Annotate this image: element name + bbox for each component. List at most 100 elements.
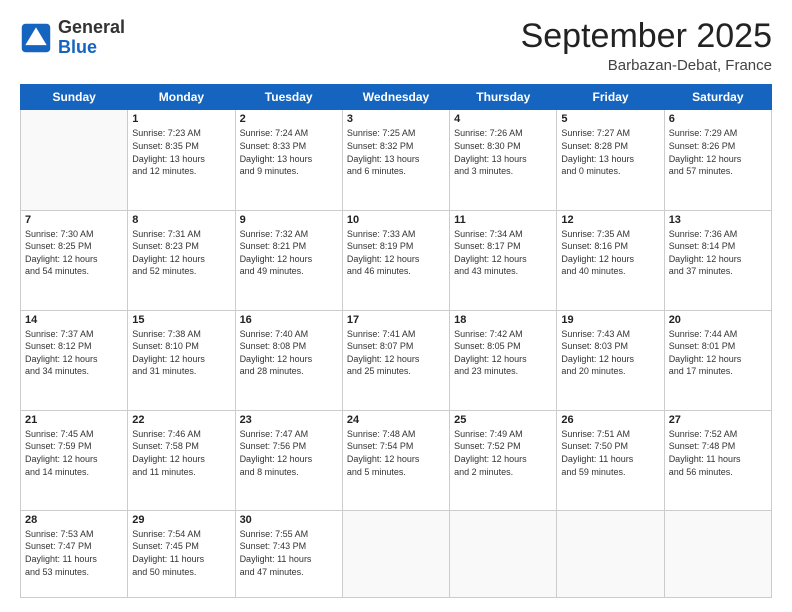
day-number: 4 xyxy=(454,113,552,125)
weekday-header-tuesday: Tuesday xyxy=(235,85,342,110)
day-info: Sunrise: 7:40 AM Sunset: 8:08 PM Dayligh… xyxy=(240,328,338,378)
day-number: 22 xyxy=(132,414,230,426)
day-number: 1 xyxy=(132,113,230,125)
logo-general: General xyxy=(58,18,125,38)
day-number: 3 xyxy=(347,113,445,125)
calendar-cell xyxy=(342,510,449,597)
calendar-cell xyxy=(21,110,128,210)
day-info: Sunrise: 7:35 AM Sunset: 8:16 PM Dayligh… xyxy=(561,228,659,278)
day-info: Sunrise: 7:33 AM Sunset: 8:19 PM Dayligh… xyxy=(347,228,445,278)
day-number: 13 xyxy=(669,214,767,226)
day-number: 12 xyxy=(561,214,659,226)
day-number: 5 xyxy=(561,113,659,125)
day-number: 30 xyxy=(240,514,338,526)
day-info: Sunrise: 7:54 AM Sunset: 7:45 PM Dayligh… xyxy=(132,528,230,578)
day-number: 17 xyxy=(347,314,445,326)
weekday-header-sunday: Sunday xyxy=(21,85,128,110)
calendar-cell: 18Sunrise: 7:42 AM Sunset: 8:05 PM Dayli… xyxy=(450,310,557,410)
header: General Blue September 2025 Barbazan-Deb… xyxy=(20,18,772,74)
calendar-cell: 8 Sunrise: 7:31 AM Sunset: 8:23 PM Daylig… xyxy=(128,210,235,310)
calendar-cell xyxy=(557,510,664,597)
calendar-row-3: 21 Sunrise: 7:45 AM Sunset: 7:59 PM Dayli… xyxy=(21,410,772,510)
calendar-cell: 29 Sunrise: 7:54 AM Sunset: 7:45 PM Dayli… xyxy=(128,510,235,597)
day-number: 6 xyxy=(669,113,767,125)
day-info: Sunrise: 7:44 AM Sunset: 8:01 PM Dayligh… xyxy=(669,328,767,378)
day-number: 14 xyxy=(25,314,123,326)
calendar-row-1: 7 Sunrise: 7:30 AM Sunset: 8:25 PM Daylig… xyxy=(21,210,772,310)
day-info: Sunrise: 7:55 AM Sunset: 7:43 PM Dayligh… xyxy=(240,528,338,578)
calendar-cell: 5 Sunrise: 7:27 AM Sunset: 8:28 PM Daylig… xyxy=(557,110,664,210)
day-info: Sunrise: 7:36 AM Sunset: 8:14 PM Dayligh… xyxy=(669,228,767,278)
calendar-cell: 15Sunrise: 7:38 AM Sunset: 8:10 PM Dayli… xyxy=(128,310,235,410)
title-block: September 2025 Barbazan-Debat, France xyxy=(521,18,772,74)
calendar-row-4: 28Sunrise: 7:53 AM Sunset: 7:47 PM Dayli… xyxy=(21,510,772,597)
day-number: 9 xyxy=(240,214,338,226)
day-info: Sunrise: 7:43 AM Sunset: 8:03 PM Dayligh… xyxy=(561,328,659,378)
calendar-cell: 7 Sunrise: 7:30 AM Sunset: 8:25 PM Daylig… xyxy=(21,210,128,310)
day-number: 23 xyxy=(240,414,338,426)
day-info: Sunrise: 7:45 AM Sunset: 7:59 PM Dayligh… xyxy=(25,428,123,478)
logo-icon xyxy=(20,22,52,54)
day-number: 25 xyxy=(454,414,552,426)
day-info: Sunrise: 7:31 AM Sunset: 8:23 PM Dayligh… xyxy=(132,228,230,278)
day-number: 21 xyxy=(25,414,123,426)
day-number: 11 xyxy=(454,214,552,226)
day-info: Sunrise: 7:49 AM Sunset: 7:52 PM Dayligh… xyxy=(454,428,552,478)
calendar-cell: 4 Sunrise: 7:26 AM Sunset: 8:30 PM Daylig… xyxy=(450,110,557,210)
calendar-cell xyxy=(450,510,557,597)
day-info: Sunrise: 7:34 AM Sunset: 8:17 PM Dayligh… xyxy=(454,228,552,278)
day-info: Sunrise: 7:52 AM Sunset: 7:48 PM Dayligh… xyxy=(669,428,767,478)
day-info: Sunrise: 7:25 AM Sunset: 8:32 PM Dayligh… xyxy=(347,127,445,177)
calendar-cell: 3 Sunrise: 7:25 AM Sunset: 8:32 PM Daylig… xyxy=(342,110,449,210)
month-title: September 2025 xyxy=(521,18,772,55)
logo-blue: Blue xyxy=(58,38,125,58)
calendar-cell: 2Sunrise: 7:24 AM Sunset: 8:33 PM Daylig… xyxy=(235,110,342,210)
calendar-cell: 14 Sunrise: 7:37 AM Sunset: 8:12 PM Dayli… xyxy=(21,310,128,410)
day-info: Sunrise: 7:23 AM Sunset: 8:35 PM Dayligh… xyxy=(132,127,230,177)
weekday-header-thursday: Thursday xyxy=(450,85,557,110)
calendar-row-0: 1 Sunrise: 7:23 AM Sunset: 8:35 PM Daylig… xyxy=(21,110,772,210)
day-info: Sunrise: 7:29 AM Sunset: 8:26 PM Dayligh… xyxy=(669,127,767,177)
calendar-cell: 12 Sunrise: 7:35 AM Sunset: 8:16 PM Dayli… xyxy=(557,210,664,310)
calendar-cell: 24Sunrise: 7:48 AM Sunset: 7:54 PM Dayli… xyxy=(342,410,449,510)
day-info: Sunrise: 7:37 AM Sunset: 8:12 PM Dayligh… xyxy=(25,328,123,378)
weekday-header-saturday: Saturday xyxy=(664,85,771,110)
day-info: Sunrise: 7:41 AM Sunset: 8:07 PM Dayligh… xyxy=(347,328,445,378)
day-number: 8 xyxy=(132,214,230,226)
calendar-cell: 19Sunrise: 7:43 AM Sunset: 8:03 PM Dayli… xyxy=(557,310,664,410)
calendar-cell: 6 Sunrise: 7:29 AM Sunset: 8:26 PM Daylig… xyxy=(664,110,771,210)
weekday-header-friday: Friday xyxy=(557,85,664,110)
calendar-cell: 10 Sunrise: 7:33 AM Sunset: 8:19 PM Dayli… xyxy=(342,210,449,310)
day-info: Sunrise: 7:26 AM Sunset: 8:30 PM Dayligh… xyxy=(454,127,552,177)
day-number: 29 xyxy=(132,514,230,526)
day-number: 16 xyxy=(240,314,338,326)
calendar-cell: 16 Sunrise: 7:40 AM Sunset: 8:08 PM Dayli… xyxy=(235,310,342,410)
day-info: Sunrise: 7:27 AM Sunset: 8:28 PM Dayligh… xyxy=(561,127,659,177)
day-number: 10 xyxy=(347,214,445,226)
day-info: Sunrise: 7:53 AM Sunset: 7:47 PM Dayligh… xyxy=(25,528,123,578)
calendar-cell: 1 Sunrise: 7:23 AM Sunset: 8:35 PM Daylig… xyxy=(128,110,235,210)
day-info: Sunrise: 7:42 AM Sunset: 8:05 PM Dayligh… xyxy=(454,328,552,378)
calendar-cell: 27Sunrise: 7:52 AM Sunset: 7:48 PM Dayli… xyxy=(664,410,771,510)
calendar-cell xyxy=(664,510,771,597)
day-info: Sunrise: 7:46 AM Sunset: 7:58 PM Dayligh… xyxy=(132,428,230,478)
calendar-cell: 30 Sunrise: 7:55 AM Sunset: 7:43 PM Dayli… xyxy=(235,510,342,597)
day-number: 20 xyxy=(669,314,767,326)
calendar-cell: 26 Sunrise: 7:51 AM Sunset: 7:50 PM Dayli… xyxy=(557,410,664,510)
calendar-cell: 17 Sunrise: 7:41 AM Sunset: 8:07 PM Dayli… xyxy=(342,310,449,410)
calendar: SundayMondayTuesdayWednesdayThursdayFrid… xyxy=(20,84,772,598)
day-info: Sunrise: 7:47 AM Sunset: 7:56 PM Dayligh… xyxy=(240,428,338,478)
weekday-header-row: SundayMondayTuesdayWednesdayThursdayFrid… xyxy=(21,85,772,110)
calendar-cell: 28Sunrise: 7:53 AM Sunset: 7:47 PM Dayli… xyxy=(21,510,128,597)
page: General Blue September 2025 Barbazan-Deb… xyxy=(0,0,792,612)
day-number: 26 xyxy=(561,414,659,426)
logo: General Blue xyxy=(20,18,125,58)
calendar-cell: 11 Sunrise: 7:34 AM Sunset: 8:17 PM Dayli… xyxy=(450,210,557,310)
day-number: 7 xyxy=(25,214,123,226)
day-info: Sunrise: 7:30 AM Sunset: 8:25 PM Dayligh… xyxy=(25,228,123,278)
day-info: Sunrise: 7:51 AM Sunset: 7:50 PM Dayligh… xyxy=(561,428,659,478)
day-info: Sunrise: 7:32 AM Sunset: 8:21 PM Dayligh… xyxy=(240,228,338,278)
day-info: Sunrise: 7:24 AM Sunset: 8:33 PM Dayligh… xyxy=(240,127,338,177)
calendar-cell: 21 Sunrise: 7:45 AM Sunset: 7:59 PM Dayli… xyxy=(21,410,128,510)
day-number: 24 xyxy=(347,414,445,426)
